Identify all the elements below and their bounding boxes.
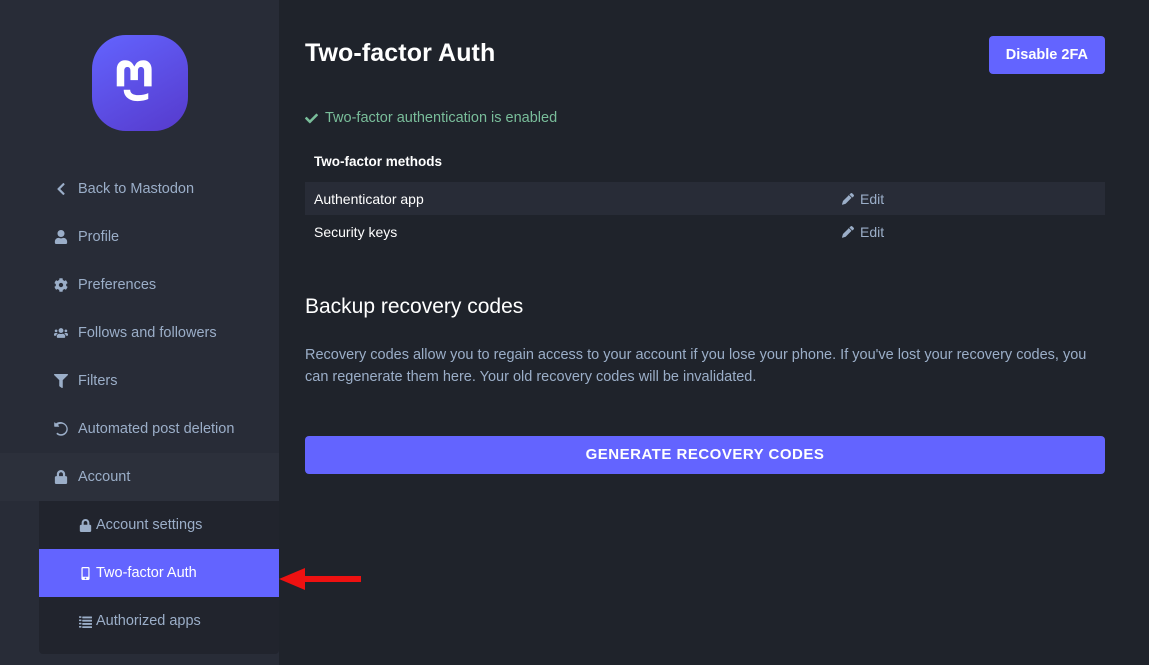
mastodon-glyph-icon	[116, 59, 152, 101]
generate-recovery-codes-button[interactable]: GENERATE RECOVERY CODES	[305, 435, 1105, 474]
sidebar-subitem-label: Account settings	[96, 517, 203, 533]
pencil-icon	[842, 225, 854, 238]
sidebar-item-automated-post-deletion[interactable]: Automated post deletion	[0, 405, 279, 453]
sidebar-item-two-factor-auth[interactable]: Two-factor Auth	[39, 549, 279, 597]
sidebar-item-account-settings[interactable]: Account settings	[39, 501, 279, 549]
table-row: Security keys Edit	[305, 215, 1105, 248]
settings-page: Back to Mastodon Profile Preferences Fol…	[0, 0, 1149, 665]
history-icon	[54, 422, 72, 436]
backup-recovery-codes-title: Backup recovery codes	[305, 295, 524, 318]
sidebar-item-label: Back to Mastodon	[78, 181, 195, 197]
sidebar: Back to Mastodon Profile Preferences Fol…	[0, 0, 279, 665]
mastodon-logo	[91, 34, 188, 131]
sidebar-item-back-to-mastodon[interactable]: Back to Mastodon	[0, 165, 279, 213]
sidebar-item-authorized-apps[interactable]: Authorized apps	[39, 597, 279, 645]
user-icon	[54, 230, 72, 244]
edit-label: Edit	[860, 190, 885, 207]
page-title: Two-factor Auth	[305, 39, 496, 67]
sidebar-item-label: Account	[78, 469, 131, 485]
disable-2fa-button[interactable]: Disable 2FA	[988, 36, 1105, 74]
page-header: Two-factor Auth Disable 2FA	[305, 36, 1105, 74]
backup-recovery-codes-description: Recovery codes allow you to regain acces…	[305, 347, 1087, 386]
mobile-icon	[79, 566, 95, 580]
edit-security-keys-link[interactable]: Edit	[842, 224, 1105, 240]
pencil-icon	[842, 192, 854, 205]
method-name: Security keys	[314, 223, 398, 240]
sidebar-item-account[interactable]: Account	[0, 453, 279, 501]
sidebar-item-label: Profile	[78, 229, 120, 245]
method-name: Authenticator app	[314, 190, 424, 207]
sidebar-item-filters[interactable]: Filters	[0, 357, 279, 405]
sidebar-item-label: Filters	[78, 373, 118, 389]
lock-icon	[79, 518, 95, 532]
sidebar-item-preferences[interactable]: Preferences	[0, 261, 279, 309]
account-submenu: Account settings Two-factor Auth Authori…	[39, 501, 279, 654]
check-icon	[305, 113, 318, 123]
sidebar-item-follows-and-followers[interactable]: Follows and followers	[0, 309, 279, 357]
sidebar-item-label: Automated post deletion	[78, 421, 235, 437]
edit-authenticator-app-link[interactable]: Edit	[842, 191, 1105, 207]
main-content: Two-factor Auth Disable 2FA Two-factor a…	[279, 0, 1149, 665]
sidebar-subitem-label: Authorized apps	[96, 613, 201, 629]
gear-icon	[54, 278, 72, 292]
sidebar-nav: Back to Mastodon Profile Preferences Fol…	[0, 165, 279, 501]
sidebar-subitem-label: Two-factor Auth	[96, 565, 197, 581]
lock-icon	[54, 470, 72, 484]
status-text: Two-factor authentication is enabled	[325, 110, 558, 126]
funnel-icon	[54, 374, 72, 388]
table-header: Two-factor methods	[314, 154, 442, 169]
sidebar-item-label: Preferences	[78, 277, 157, 293]
sidebar-item-label: Follows and followers	[78, 325, 217, 341]
chevron-left-icon	[54, 182, 72, 196]
sidebar-item-profile[interactable]: Profile	[0, 213, 279, 261]
list-icon	[79, 615, 95, 628]
table-row: Authenticator app Edit	[305, 182, 1105, 215]
users-icon	[54, 326, 72, 340]
logo-container	[0, 0, 279, 165]
edit-label: Edit	[860, 223, 885, 240]
two-factor-methods-table: Two-factor methods Authenticator app Edi…	[305, 154, 1105, 248]
status-message: Two-factor authentication is enabled	[305, 110, 1105, 126]
